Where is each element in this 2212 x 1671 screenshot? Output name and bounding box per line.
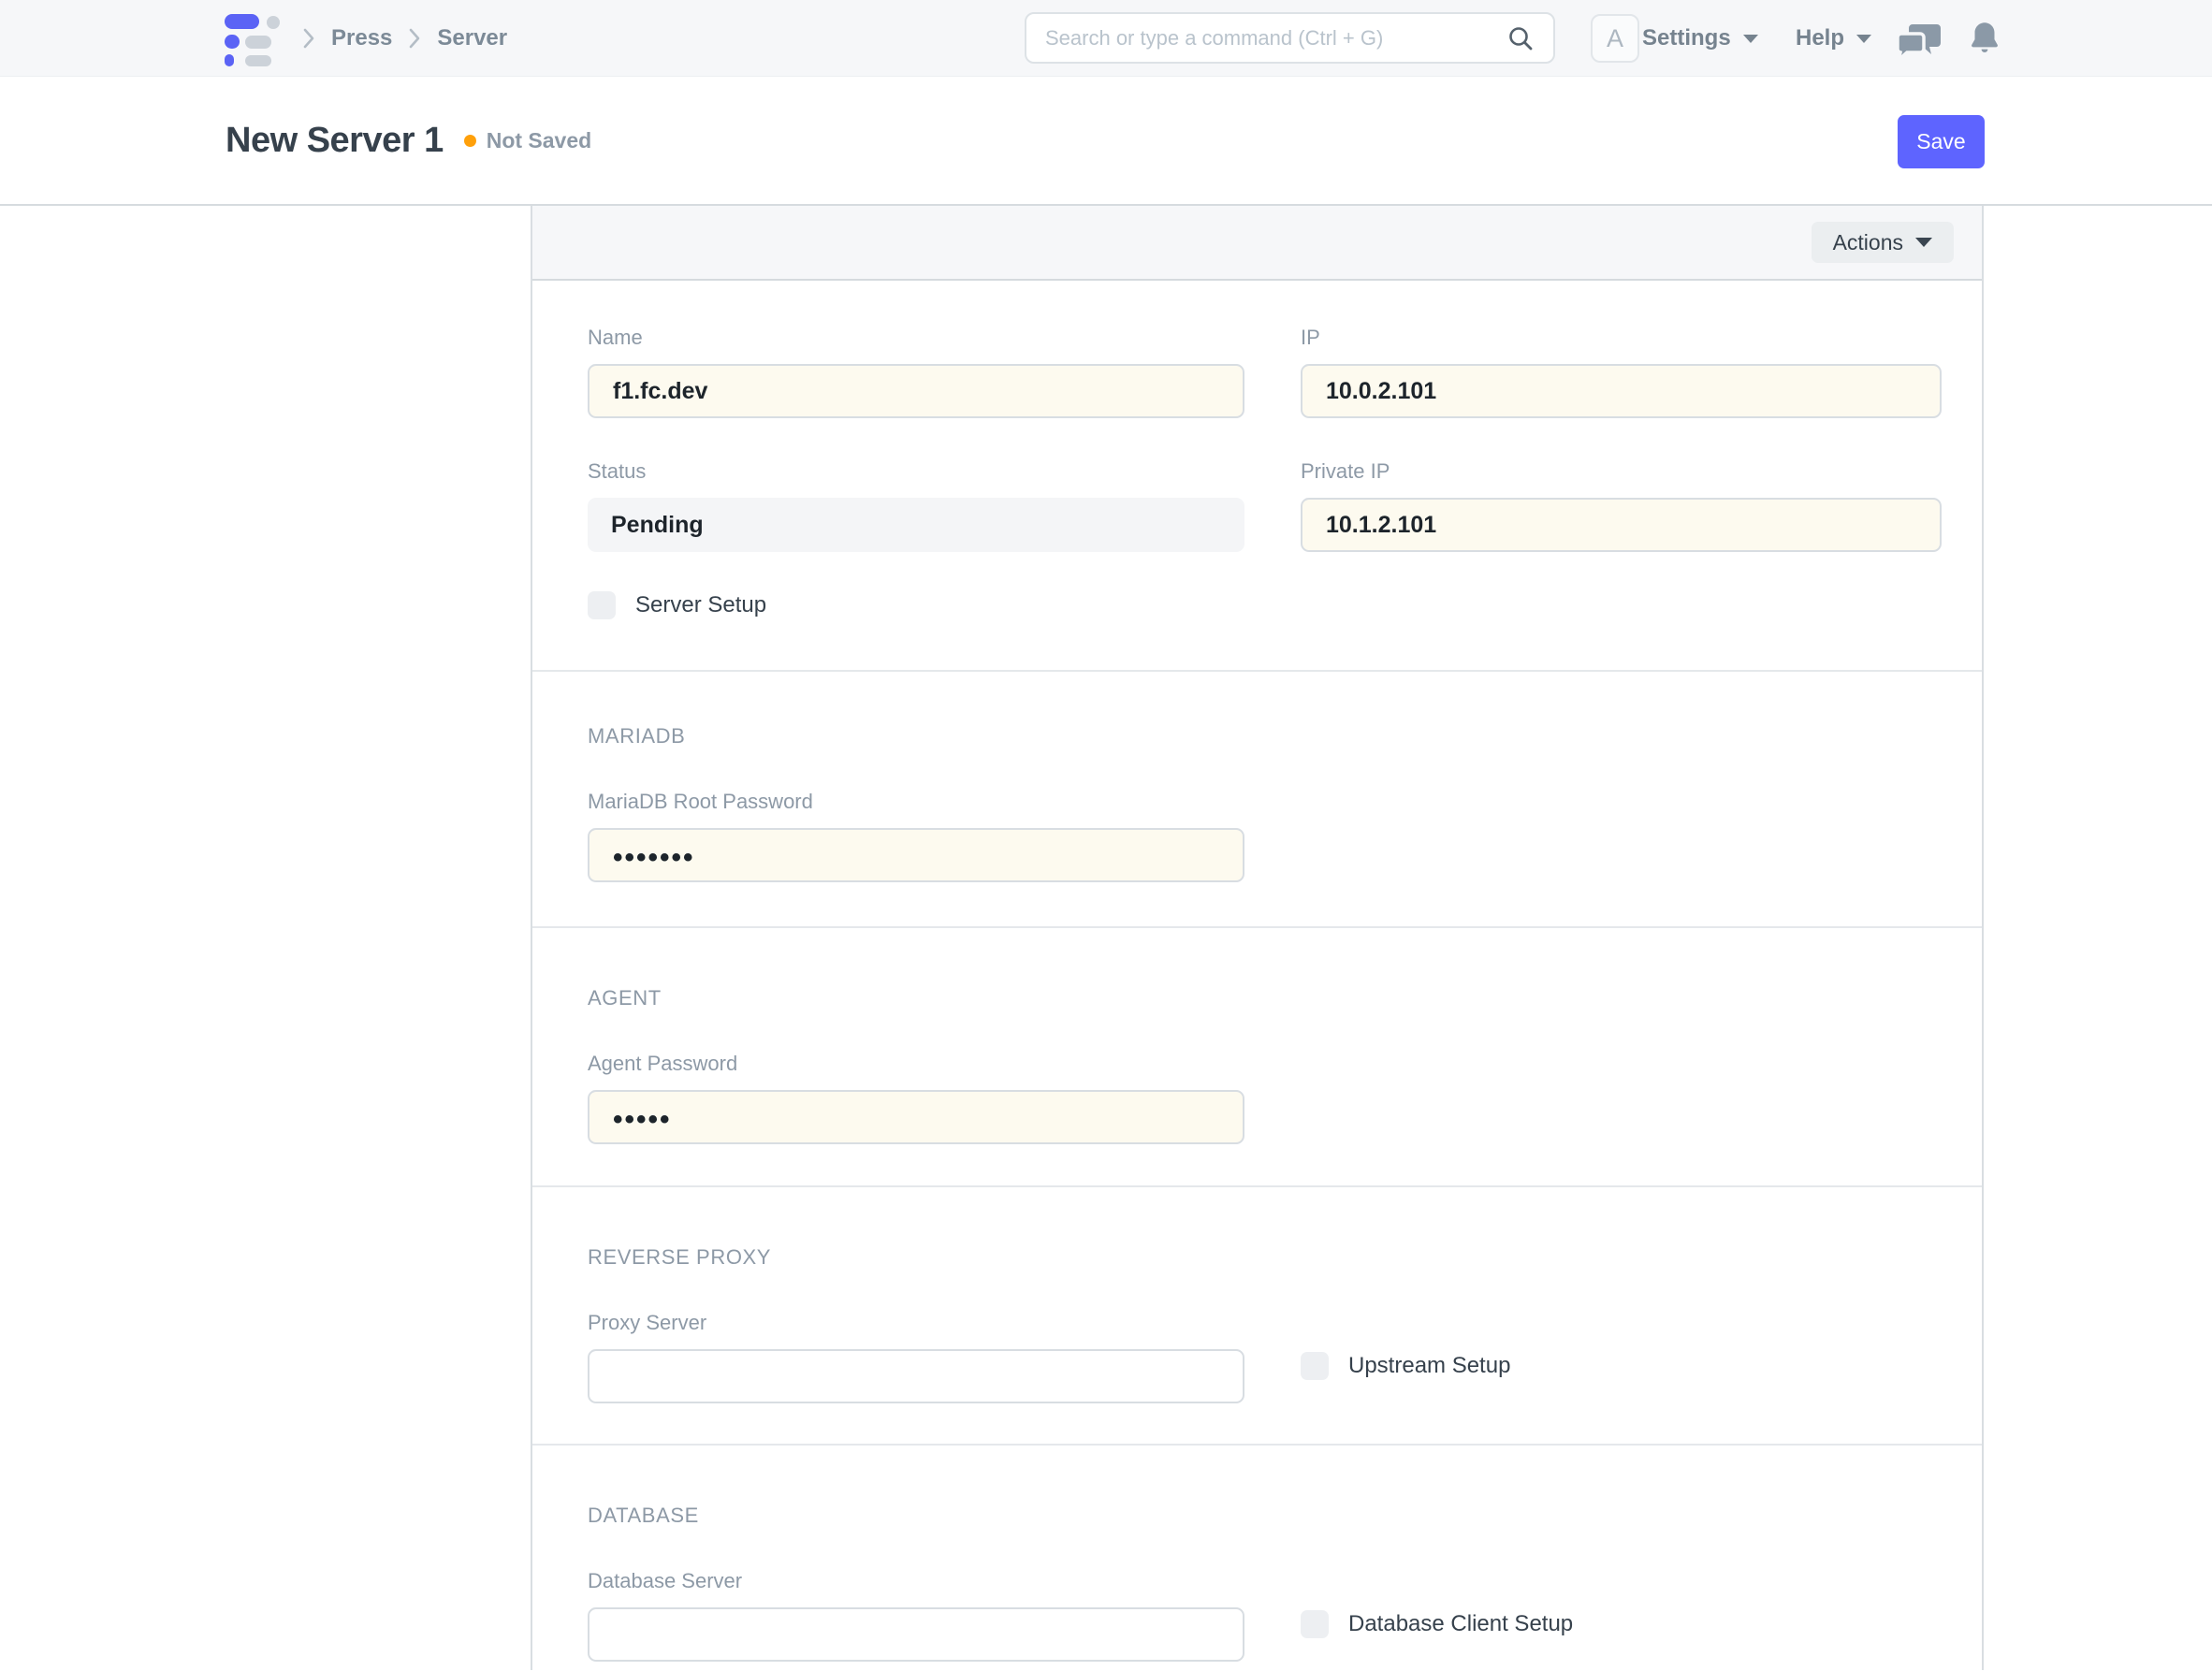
upstream-setup-checkbox[interactable] (1301, 1352, 1329, 1380)
server-setup-checkbox[interactable] (588, 591, 616, 619)
app-logo-icon[interactable] (225, 14, 281, 65)
global-search (1025, 12, 1555, 64)
chevron-down-icon (1856, 35, 1871, 43)
section-agent: AGENT Agent Password (532, 926, 1982, 1185)
private-ip-input[interactable] (1301, 498, 1942, 552)
database-server-input[interactable] (588, 1607, 1244, 1662)
reverse-proxy-section-heading: REVERSE PROXY (588, 1245, 1942, 1270)
agent-password-label: Agent Password (588, 1052, 1244, 1076)
database-client-setup-label: Database Client Setup (1348, 1611, 1573, 1637)
chat-icon[interactable] (1896, 21, 1943, 65)
field-upstream-setup: Upstream Setup (1301, 1329, 1942, 1403)
name-input[interactable] (588, 364, 1244, 418)
field-status: Status (588, 459, 1244, 552)
avatar[interactable]: A (1591, 14, 1639, 63)
mariadb-section-heading: MARIADB (588, 724, 1942, 748)
field-proxy-server: Proxy Server (588, 1311, 1244, 1403)
status-select[interactable] (588, 498, 1244, 552)
breadcrumb-item-server[interactable]: Server (437, 25, 507, 51)
settings-menu[interactable]: Settings (1642, 0, 1758, 77)
ip-label: IP (1301, 326, 1942, 350)
mariadb-root-password-label: MariaDB Root Password (588, 790, 1244, 814)
page-title: New Server 1 (226, 121, 444, 161)
agent-section-heading: AGENT (588, 986, 1942, 1010)
actions-label: Actions (1833, 230, 1903, 255)
mariadb-root-password-input[interactable] (588, 828, 1244, 882)
section-details: Name IP Status Private IP Server (532, 281, 1982, 670)
save-status-indicator: Not Saved (464, 128, 591, 153)
page-head: New Server 1 Not Saved Save (0, 77, 2212, 206)
section-reverse-proxy: REVERSE PROXY Proxy Server Upstream Setu… (532, 1185, 1982, 1444)
search-icon (1506, 24, 1535, 52)
chevron-right-icon (407, 26, 422, 51)
proxy-server-input[interactable] (588, 1349, 1244, 1403)
field-agent-password: Agent Password (588, 1052, 1244, 1144)
field-server-setup: Server Setup (588, 591, 1942, 619)
form-toolbar: Actions (532, 206, 1982, 281)
name-label: Name (588, 326, 1244, 350)
help-menu[interactable]: Help (1796, 0, 1871, 77)
field-ip: IP (1301, 326, 1942, 418)
help-label: Help (1796, 25, 1844, 51)
bell-icon[interactable] (1969, 21, 2001, 63)
section-database: DATABASE Database Server Database Client… (532, 1444, 1982, 1670)
database-section-heading: DATABASE (588, 1504, 1942, 1528)
section-mariadb: MARIADB MariaDB Root Password (532, 670, 1982, 926)
search-input[interactable] (1045, 26, 1506, 51)
settings-label: Settings (1642, 25, 1731, 51)
field-database-client-setup: Database Client Setup (1301, 1587, 1942, 1662)
private-ip-label: Private IP (1301, 459, 1942, 484)
status-label: Status (588, 459, 1244, 484)
field-database-server: Database Server (588, 1569, 1244, 1662)
database-server-label: Database Server (588, 1569, 1244, 1593)
database-client-setup-checkbox[interactable] (1301, 1610, 1329, 1638)
chevron-right-icon (301, 26, 316, 51)
breadcrumb-item-press[interactable]: Press (331, 25, 392, 51)
form-panel: Actions Name IP Status Pr (531, 206, 1984, 1670)
field-mariadb-root-password: MariaDB Root Password (588, 790, 1244, 882)
proxy-server-label: Proxy Server (588, 1311, 1244, 1335)
breadcrumb: Press Server (301, 0, 507, 77)
ip-input[interactable] (1301, 364, 1942, 418)
upstream-setup-label: Upstream Setup (1348, 1353, 1510, 1379)
page-content: Actions Name IP Status Pr (0, 206, 2212, 1670)
chevron-down-icon (1915, 238, 1932, 247)
field-name: Name (588, 326, 1244, 418)
chevron-down-icon (1743, 35, 1758, 43)
server-setup-label: Server Setup (635, 592, 766, 618)
field-private-ip: Private IP (1301, 459, 1942, 552)
not-saved-text: Not Saved (487, 128, 591, 153)
agent-password-input[interactable] (588, 1090, 1244, 1144)
navbar: Press Server A Settings Help (0, 0, 2212, 77)
not-saved-dot-icon (464, 135, 476, 147)
save-button[interactable]: Save (1898, 115, 1985, 168)
actions-button[interactable]: Actions (1812, 222, 1954, 263)
